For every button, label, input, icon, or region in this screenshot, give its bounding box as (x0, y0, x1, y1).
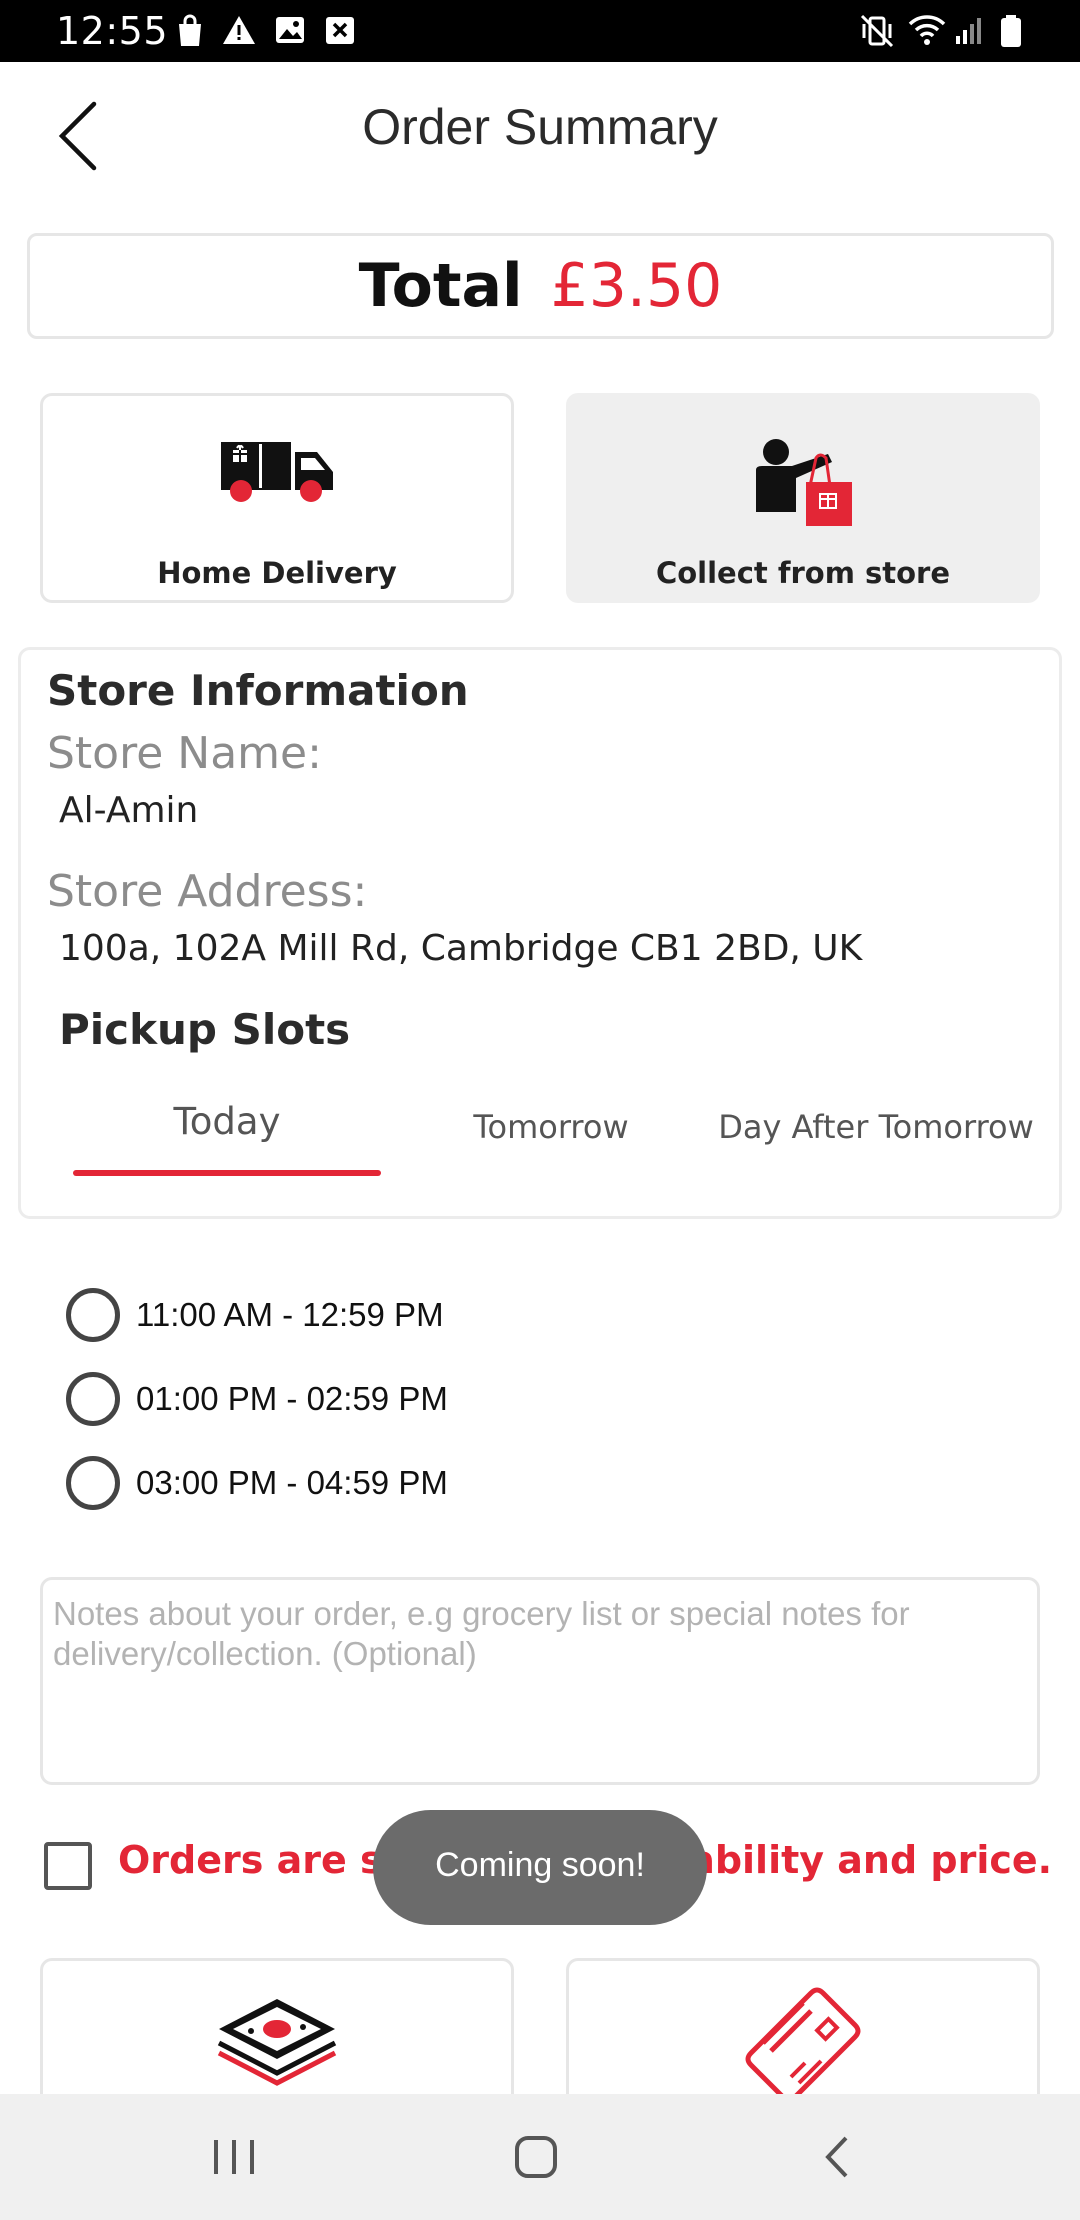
active-tab-indicator (73, 1170, 381, 1176)
cash-icon (217, 1999, 337, 2086)
home-delivery-option[interactable]: Home Delivery (40, 393, 514, 603)
store-address-value: 100a, 102A Mill Rd, Cambridge CB1 2BD, U… (59, 928, 863, 969)
status-bar: 12:55 (0, 0, 1080, 62)
battery-icon (1001, 15, 1021, 47)
store-information-card: Store Information Store Name: Al-Amin St… (18, 647, 1062, 1219)
signal-icon (956, 18, 981, 44)
terms-checkbox[interactable] (44, 1842, 92, 1890)
slot-label: 01:00 PM - 02:59 PM (136, 1380, 448, 1417)
pickup-slots-heading: Pickup Slots (59, 1005, 351, 1054)
toast-message: Coming soon! (373, 1810, 707, 1925)
mute-vibrate-icon (860, 14, 894, 48)
radio-button[interactable] (66, 1372, 120, 1426)
credit-card-icon (745, 1987, 861, 2097)
store-address-label: Store Address: (47, 866, 368, 917)
back-icon[interactable] (798, 2122, 878, 2192)
image-icon (276, 17, 304, 43)
store-name-label: Store Name: (47, 728, 322, 779)
total-amount: £3.50 (550, 251, 723, 321)
store-name-value: Al-Amin (59, 790, 199, 831)
total-label: Total (358, 251, 523, 321)
recent-apps-icon[interactable] (194, 2122, 274, 2192)
shopping-bag-icon (179, 14, 201, 46)
status-time: 12:55 (56, 9, 169, 53)
page-title: Order Summary (362, 99, 718, 155)
radio-button[interactable] (66, 1456, 120, 1510)
close-box-icon (326, 17, 354, 44)
tab-today[interactable]: Today (73, 1100, 381, 1143)
home-icon[interactable] (496, 2122, 576, 2192)
system-nav-bar (0, 2094, 1080, 2220)
collect-from-store-option[interactable]: Collect from store (566, 393, 1040, 603)
person-with-bag-icon (756, 439, 852, 526)
tab-day-after-tomorrow[interactable]: Day After Tomorrow (691, 1108, 1061, 1146)
slot-label: 11:00 AM - 12:59 PM (136, 1296, 444, 1333)
collect-from-store-label: Collect from store (655, 556, 951, 590)
store-info-heading: Store Information (47, 666, 469, 715)
tab-tomorrow[interactable]: Tomorrow (401, 1108, 701, 1146)
delivery-van-icon (221, 442, 333, 502)
slot-label: 03:00 PM - 04:59 PM (136, 1464, 448, 1501)
warning-icon (223, 16, 255, 44)
radio-button[interactable] (66, 1288, 120, 1342)
home-delivery-label: Home Delivery (157, 556, 397, 590)
wifi-icon (908, 15, 946, 45)
order-total: Total £3.50 (27, 233, 1054, 339)
order-notes-input[interactable] (40, 1577, 1040, 1785)
